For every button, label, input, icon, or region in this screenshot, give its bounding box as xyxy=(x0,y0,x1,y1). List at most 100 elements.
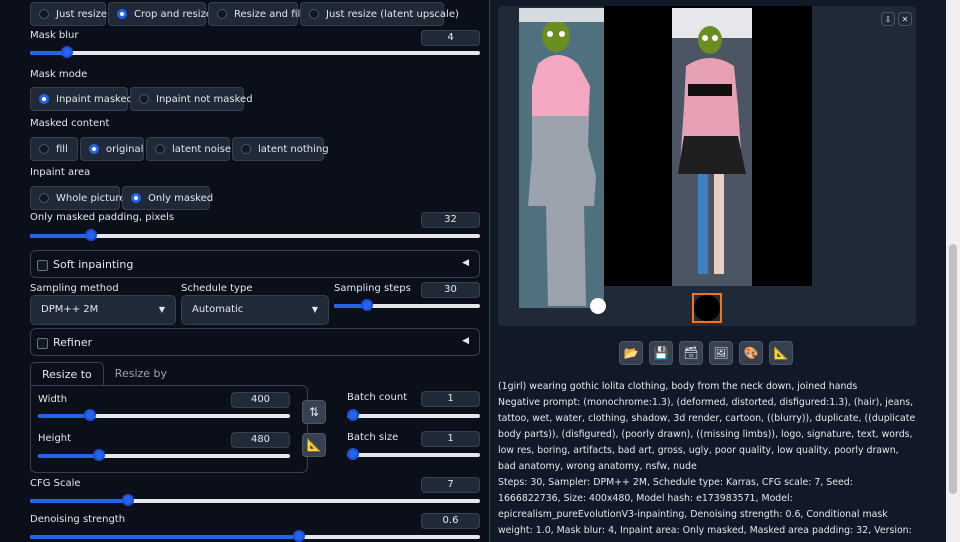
auto-size-button[interactable]: 📐 xyxy=(302,433,326,457)
batch-count-slider[interactable] xyxy=(347,408,480,424)
radio-label: Inpaint masked xyxy=(56,93,133,105)
radio-just-resize-latent-upscale[interactable]: Just resize (latent upscale) xyxy=(300,2,459,26)
sampling-steps-label: Sampling steps xyxy=(334,283,411,294)
radio-dot xyxy=(39,144,49,154)
inpaint-area-group: Whole picture Only masked xyxy=(30,186,214,210)
denoising-input[interactable]: 0.6 xyxy=(421,513,480,529)
width-label: Width xyxy=(38,394,68,405)
radio-label: Whole picture xyxy=(56,192,126,204)
refiner-accordion[interactable]: Refiner ◀ xyxy=(30,328,480,356)
info-parameters: Steps: 30, Sampler: DPM++ 2M, Schedule t… xyxy=(498,477,912,542)
mask-mode-label: Mask mode xyxy=(30,69,88,80)
padding-slider[interactable] xyxy=(30,228,480,244)
tab-resize-by[interactable]: Resize by xyxy=(104,362,178,386)
radio-latent-noise[interactable]: latent noise xyxy=(146,137,231,161)
radio-just-resize[interactable]: Just resize xyxy=(30,2,107,26)
tab-resize-to[interactable]: Resize to xyxy=(30,362,104,386)
send-to-extras-button[interactable]: 📐 xyxy=(769,341,793,365)
radio-dot xyxy=(131,193,141,203)
radio-dot xyxy=(117,9,127,19)
generation-info: (1girl) wearing gothic lolita clothing, … xyxy=(498,379,918,542)
mask-blur-input[interactable]: 4 xyxy=(421,30,480,46)
schedule-type-label: Schedule type xyxy=(181,283,253,294)
batch-size-label: Batch size xyxy=(347,432,399,443)
radio-dot xyxy=(89,144,99,154)
denoising-slider[interactable] xyxy=(30,529,480,542)
radio-label: latent nothing xyxy=(258,143,329,155)
masked-content-label: Masked content xyxy=(30,118,110,129)
cfg-scale-input[interactable]: 7 xyxy=(421,477,480,493)
schedule-type-value: Automatic xyxy=(192,304,244,315)
output-image-preview[interactable] xyxy=(498,6,916,326)
radio-latent-nothing[interactable]: latent nothing xyxy=(232,137,329,161)
batch-size-input[interactable]: 1 xyxy=(421,431,480,447)
radio-resize-and-fill[interactable]: Resize and fill xyxy=(208,2,303,26)
swap-arrows-icon: ⇅ xyxy=(308,405,320,419)
open-folder-button[interactable]: 📂 xyxy=(619,341,643,365)
batch-count-input[interactable]: 1 xyxy=(421,391,480,407)
batch-count-label: Batch count xyxy=(347,392,408,403)
radio-dot xyxy=(155,144,165,154)
width-input[interactable]: 400 xyxy=(231,392,290,408)
denoising-label: Denoising strength xyxy=(30,514,126,525)
radio-label: Resize and fill xyxy=(234,8,304,20)
ruler-triangle-icon: 📐 xyxy=(306,438,322,452)
soft-inpainting-checkbox[interactable] xyxy=(37,260,48,271)
batch-size-slider[interactable] xyxy=(347,447,480,463)
radio-only-masked[interactable]: Only masked xyxy=(122,186,214,210)
sampling-method-dropdown[interactable]: DPM++ 2M ▼ xyxy=(30,295,176,325)
radio-original[interactable]: original xyxy=(80,137,144,161)
soft-inpainting-accordion[interactable]: Soft inpainting ◀ xyxy=(30,250,480,278)
width-slider[interactable] xyxy=(38,408,290,424)
radio-dot xyxy=(217,9,227,19)
save-button[interactable]: 💾 xyxy=(649,341,673,365)
page-scrollbar[interactable] xyxy=(946,0,960,542)
scrollbar-thumb[interactable] xyxy=(949,244,957,494)
palette-icon: 🎨 xyxy=(743,346,759,360)
radio-whole-picture[interactable]: Whole picture xyxy=(30,186,125,210)
radio-dot xyxy=(39,9,49,19)
radio-dot xyxy=(39,94,49,104)
radio-label: Only masked xyxy=(148,192,214,204)
collapse-triangle-icon[interactable]: ◀ xyxy=(462,258,469,268)
padding-label: Only masked padding, pixels xyxy=(30,212,175,223)
send-to-inpaint-button[interactable]: 🎨 xyxy=(739,341,763,365)
close-button[interactable]: ✕ xyxy=(898,12,912,26)
height-input[interactable]: 480 xyxy=(231,432,290,448)
height-slider[interactable] xyxy=(38,448,290,464)
schedule-type-dropdown[interactable]: Automatic ▼ xyxy=(181,295,329,325)
radio-dot xyxy=(309,9,319,19)
refiner-checkbox[interactable] xyxy=(37,338,48,349)
radio-dot xyxy=(241,144,251,154)
download-icon: ⇩ xyxy=(884,14,892,24)
cfg-scale-slider[interactable] xyxy=(30,493,480,509)
send-to-img2img-button[interactable]: 🖼 xyxy=(709,341,733,365)
chevron-down-icon: ▼ xyxy=(311,305,318,314)
masked-content-group: fill original latent noise latent nothing xyxy=(30,137,329,161)
sampling-method-value: DPM++ 2M xyxy=(41,304,99,315)
floppy-icon: 💾 xyxy=(653,346,669,360)
sampling-method-label: Sampling method xyxy=(30,283,119,294)
radio-dot xyxy=(39,193,49,203)
collapse-triangle-icon[interactable]: ◀ xyxy=(462,336,469,346)
padding-input[interactable]: 32 xyxy=(421,212,480,228)
refiner-label: Refiner xyxy=(53,336,93,349)
zip-button[interactable]: 🗃 xyxy=(679,341,703,365)
mask-blur-slider[interactable] xyxy=(30,45,480,61)
radio-label: Crop and resize xyxy=(134,8,212,20)
radio-crop-and-resize[interactable]: Crop and resize xyxy=(108,2,212,26)
download-button[interactable]: ⇩ xyxy=(881,12,895,26)
swap-dimensions-button[interactable]: ⇅ xyxy=(302,400,326,424)
sampling-steps-slider[interactable] xyxy=(334,298,480,314)
radio-fill[interactable]: fill xyxy=(30,137,78,161)
radio-inpaint-masked[interactable]: Inpaint masked xyxy=(30,87,133,111)
radio-label: fill xyxy=(56,143,68,155)
radio-label: Just resize (latent upscale) xyxy=(326,8,459,20)
radio-label: Inpaint not masked xyxy=(156,93,253,105)
output-gallery[interactable]: ⇩ ✕ xyxy=(498,6,916,326)
height-label: Height xyxy=(38,433,72,444)
resize-mode-group: Just resize Crop and resize Resize and fil… xyxy=(30,2,459,26)
mask-mode-group: Inpaint masked Inpaint not masked xyxy=(30,87,253,111)
radio-inpaint-not-masked[interactable]: Inpaint not masked xyxy=(130,87,253,111)
sampling-steps-input[interactable]: 30 xyxy=(421,282,480,298)
